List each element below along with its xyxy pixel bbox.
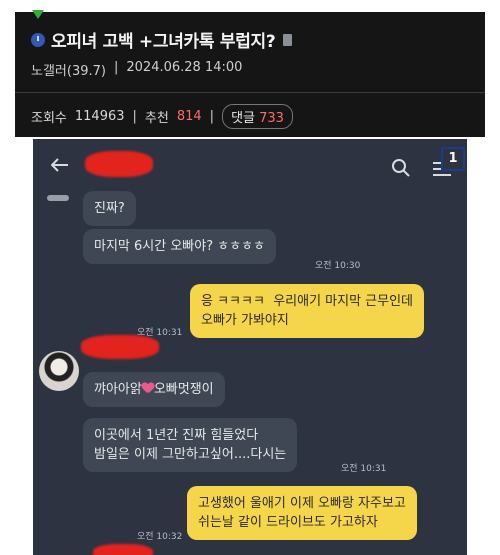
views-count: 114963 [74, 109, 125, 124]
post-header: 오피녀 고백 +그녀카톡 부럽지? 노갤러(39.7) | 2024.06.28… [15, 10, 485, 137]
post-stats: 조회수 114963 | 추천 814 | 댓글 733 [31, 104, 293, 129]
meta-separator: | [113, 60, 119, 75]
clock-icon [31, 32, 45, 47]
chat-screenshot: 1 진짜? 마지막 6시간 오빠야? ㅎㅎㅎㅎ 오전 10:30 응 ㅋㅋㅋㅋ … [33, 139, 467, 555]
search-icon [392, 159, 410, 177]
message-bubble: 이곳에서 1년간 진짜 힘들었다 밤일은 이제 그만하고싶어....다시는 [83, 418, 298, 472]
message-time: 오전 10:30 [315, 261, 361, 271]
author-name[interactable]: 노갤러(39.7) [31, 60, 106, 79]
avatar [39, 351, 79, 391]
comments-label: 댓글 [231, 111, 255, 126]
message-time: 오전 10:32 [137, 532, 183, 542]
my-message-bubble: 고생했어 울애기 이제 오빠랑 자주보고 쉬는날 같이 드라이브도 가고하자 [187, 486, 417, 540]
new-marker-icon [32, 10, 44, 19]
redacted-name [93, 544, 153, 555]
comments-button[interactable]: 댓글 733 [222, 104, 293, 129]
redacted-name [81, 335, 159, 359]
annotation-badge: 1 [441, 147, 465, 171]
recommend-label: 추천 [144, 111, 169, 126]
message-time: 오전 10:31 [341, 464, 387, 474]
avatar-partial [47, 195, 69, 201]
post-meta: 노갤러(39.7) | 2024.06.28 14:00 [31, 60, 242, 79]
post-title[interactable]: 오피녀 고백 +그녀카톡 부럽지? [51, 27, 276, 52]
back-arrow-icon [51, 158, 68, 172]
message-bubble: 꺄아아앍 오빠멋쟁이 [83, 372, 225, 407]
header-divider [15, 92, 485, 93]
message-bubble: 진짜? [83, 191, 136, 226]
stats-separator-2: | [209, 109, 215, 124]
stats-separator: | [132, 109, 137, 124]
comments-count: 733 [259, 111, 284, 126]
recommend-count: 814 [176, 109, 202, 124]
title-row: 오피녀 고백 +그녀카톡 부럽지? [31, 27, 293, 52]
message-text: 꺄아아앍 [94, 382, 142, 397]
heart-icon [142, 383, 154, 394]
post-datetime: 2024.06.28 14:00 [126, 60, 243, 75]
views-label: 조회수 [31, 111, 67, 126]
message-text: 오빠멋쟁이 [153, 382, 214, 397]
document-icon [283, 33, 293, 46]
message-bubble: 마지막 6시간 오빠야? ㅎㅎㅎㅎ [83, 229, 277, 264]
redacted-name [85, 151, 153, 177]
my-message-bubble: 응 ㅋㅋㅋㅋ 우리애기 마지막 근무인데 오빠가 가봐야지 [190, 284, 425, 338]
chat-top-bar: 1 [33, 139, 467, 191]
